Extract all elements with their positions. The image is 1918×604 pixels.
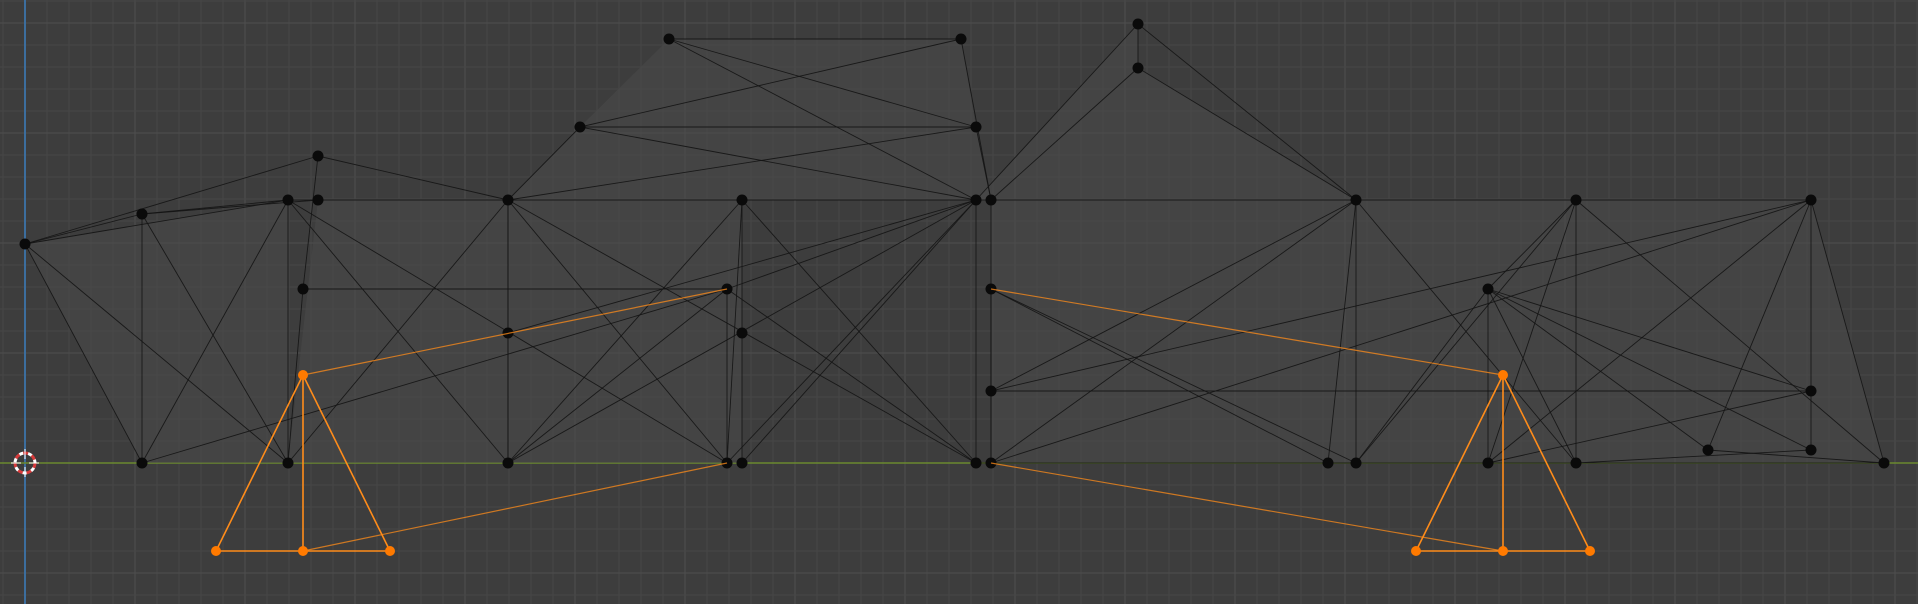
3d-viewport[interactable] — [0, 0, 1918, 604]
3d-cursor-icon[interactable] — [0, 0, 1918, 604]
